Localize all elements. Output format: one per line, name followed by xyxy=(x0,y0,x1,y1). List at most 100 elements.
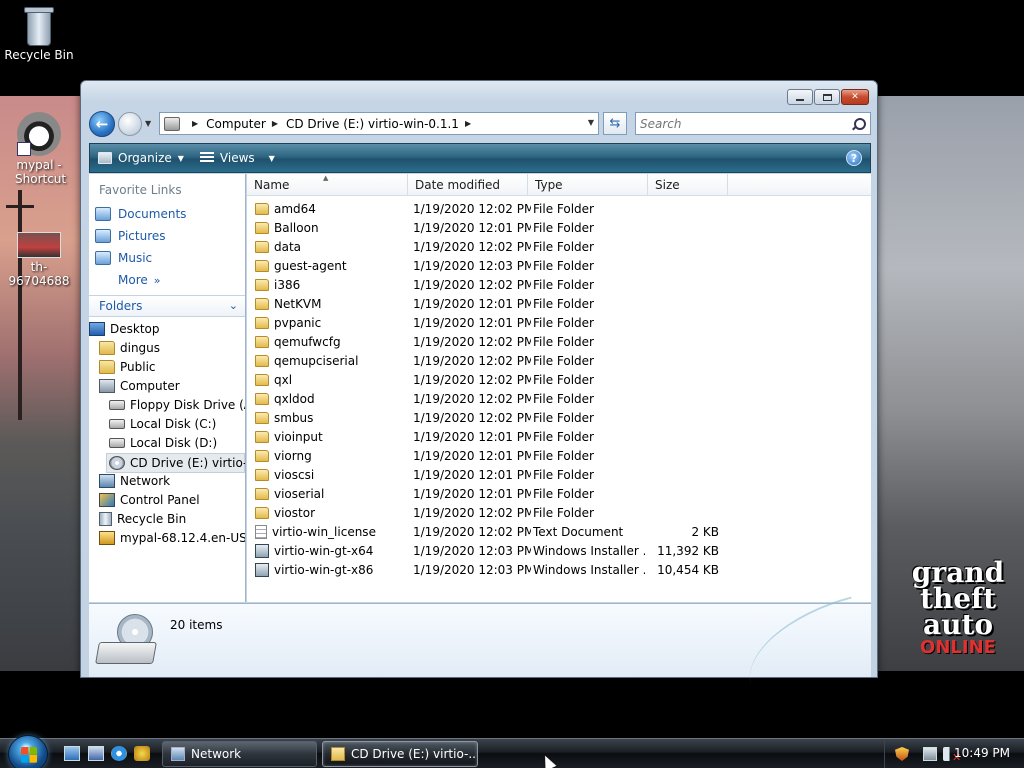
installer-icon xyxy=(255,543,269,558)
close-button[interactable]: ✕ xyxy=(841,89,869,105)
address-dropdown[interactable]: ▼ xyxy=(588,118,594,127)
tree-item-local-disk-d[interactable]: Local Disk (D:) xyxy=(109,436,217,450)
file-row[interactable]: viorng 1/19/2020 12:01 PM File Folder xyxy=(247,446,727,465)
file-date: 1/19/2020 12:03 PM xyxy=(413,543,531,558)
file-date: 1/19/2020 12:02 PM xyxy=(413,201,531,216)
file-size xyxy=(647,275,719,294)
tree-item-computer[interactable]: Computer xyxy=(99,379,180,393)
column-header-name[interactable]: ▲ Name xyxy=(247,174,408,196)
address-row: ← ▼ ▶ Computer ▶ CD Drive (E:) virtio-wi… xyxy=(89,109,871,139)
file-row[interactable]: NetKVM 1/19/2020 12:01 PM File Folder xyxy=(247,294,727,313)
floppy-drive-icon xyxy=(109,400,125,410)
file-row[interactable]: Balloon 1/19/2020 12:01 PM File Folder xyxy=(247,218,727,237)
tree-item-label: Desktop xyxy=(110,322,160,336)
column-header-type[interactable]: Type xyxy=(528,174,648,196)
clock[interactable]: 10:49 PM xyxy=(954,746,1010,760)
favorite-links-more[interactable]: More » xyxy=(118,273,160,287)
breadcrumb-arrow-icon[interactable]: ▶ xyxy=(272,119,278,128)
folders-header[interactable]: Folders ⌄ xyxy=(89,295,245,317)
column-header-date-modified[interactable]: Date modified xyxy=(408,174,528,196)
favorite-link-pictures[interactable]: Pictures xyxy=(95,229,166,243)
tree-item-cd-drive[interactable]: CD Drive (E:) virtio-wi xyxy=(106,453,245,473)
file-row[interactable]: qemupciserial 1/19/2020 12:02 PM File Fold… xyxy=(247,351,727,370)
folder-icon xyxy=(255,411,269,424)
views-button[interactable]: Views ▼ xyxy=(192,144,283,172)
tree-item-floppy-drive[interactable]: Floppy Disk Drive (A:) xyxy=(109,398,245,412)
start-button[interactable] xyxy=(8,735,48,768)
back-button[interactable]: ← xyxy=(89,111,115,137)
search-box xyxy=(635,112,871,135)
file-row[interactable]: amd64 1/19/2020 12:02 PM File Folder xyxy=(247,199,727,218)
file-row[interactable]: i386 1/19/2020 12:02 PM File Folder xyxy=(247,275,727,294)
chevron-down-icon: ⌄ xyxy=(228,299,238,312)
maximize-button[interactable] xyxy=(814,89,840,105)
column-header-size[interactable]: Size xyxy=(648,174,728,196)
security-shield-icon[interactable] xyxy=(895,747,909,761)
tree-item-desktop[interactable]: Desktop xyxy=(89,322,160,336)
file-name-label: amd64 xyxy=(274,201,316,216)
file-date: 1/19/2020 12:02 PM xyxy=(413,334,531,349)
file-row[interactable]: virtio-win_license 1/19/2020 12:02 PM Text… xyxy=(247,522,727,541)
file-date: 1/19/2020 12:02 PM xyxy=(413,277,531,292)
forward-button[interactable] xyxy=(118,112,142,136)
file-row[interactable]: data 1/19/2020 12:02 PM File Folder xyxy=(247,237,727,256)
file-row[interactable]: qemufwcfg 1/19/2020 12:02 PM File Folder xyxy=(247,332,727,351)
desktop-icon-image[interactable]: th-96704688 xyxy=(1,232,77,288)
tree-item-network[interactable]: Network xyxy=(99,474,170,488)
desktop-icon-recycle-bin[interactable]: Recycle Bin xyxy=(1,4,77,62)
file-row[interactable]: vioinput 1/19/2020 12:01 PM File Folder xyxy=(247,427,727,446)
taskbar-button-network[interactable]: Network xyxy=(162,741,317,767)
file-row[interactable]: viostor 1/19/2020 12:02 PM File Folder xyxy=(247,503,727,522)
file-row[interactable]: virtio-win-gt-x86 1/19/2020 12:03 PM Windo… xyxy=(247,560,727,579)
tree-item-mypal-installer[interactable]: mypal-68.12.4.en-US.wi xyxy=(99,531,245,545)
breadcrumb-cd-drive[interactable]: CD Drive (E:) virtio-win-0.1.1 xyxy=(286,117,459,131)
media-player-icon[interactable] xyxy=(134,746,150,761)
file-row[interactable]: vioscsi 1/19/2020 12:01 PM File Folder xyxy=(247,465,727,484)
file-row[interactable]: qxl 1/19/2020 12:02 PM File Folder xyxy=(247,370,727,389)
file-row[interactable]: virtio-win-gt-x64 1/19/2020 12:03 PM Windo… xyxy=(247,541,727,560)
file-row[interactable]: vioserial 1/19/2020 12:01 PM File Folder xyxy=(247,484,727,503)
help-button[interactable]: ? xyxy=(846,150,862,166)
file-row[interactable]: qxldod 1/19/2020 12:02 PM File Folder xyxy=(247,389,727,408)
internet-explorer-icon[interactable] xyxy=(111,746,127,761)
back-arrow-icon: ← xyxy=(95,115,109,133)
file-size xyxy=(647,199,719,218)
file-row[interactable]: smbus 1/19/2020 12:02 PM File Folder xyxy=(247,408,727,427)
favorite-link-music[interactable]: Music xyxy=(95,251,152,265)
minimize-icon xyxy=(796,98,804,101)
desktop-icon-mypal-shortcut[interactable]: mypal - Shortcut xyxy=(1,112,77,186)
file-size: 11,392 KB xyxy=(657,543,719,558)
switch-windows-icon[interactable] xyxy=(88,746,104,761)
search-input[interactable] xyxy=(636,113,846,134)
recent-pages-dropdown[interactable]: ▼ xyxy=(145,119,151,128)
tree-item-recycle-bin[interactable]: Recycle Bin xyxy=(99,512,186,526)
cd-drive-icon xyxy=(331,747,345,761)
refresh-button[interactable]: ⇆ xyxy=(603,112,627,135)
file-type: File Folder xyxy=(533,372,594,387)
folder-icon xyxy=(255,449,269,462)
search-icon[interactable] xyxy=(852,117,866,130)
breadcrumb-computer[interactable]: Computer xyxy=(206,117,266,131)
network-status-icon[interactable] xyxy=(923,747,937,761)
minimize-button[interactable] xyxy=(787,89,813,105)
file-row[interactable]: guest-agent 1/19/2020 12:03 PM File Folder xyxy=(247,256,727,275)
taskbar-button-cd-drive[interactable]: CD Drive (E:) virtio-... xyxy=(322,741,478,767)
favorite-link-documents[interactable]: Documents xyxy=(95,207,186,221)
file-date: 1/19/2020 12:02 PM xyxy=(413,524,531,539)
file-row[interactable]: pvpanic 1/19/2020 12:01 PM File Folder xyxy=(247,313,727,332)
breadcrumb-arrow-icon[interactable]: ▶ xyxy=(465,119,471,128)
file-date: 1/19/2020 12:02 PM xyxy=(413,391,531,406)
organize-button[interactable]: Organize ▼ xyxy=(90,144,192,172)
breadcrumb-arrow-icon[interactable]: ▶ xyxy=(192,119,198,128)
file-name-label: pvpanic xyxy=(274,315,322,330)
tree-item-public[interactable]: Public xyxy=(99,360,156,374)
tree-item-local-disk-c[interactable]: Local Disk (C:) xyxy=(109,417,216,431)
explorer-window[interactable]: ✕ ← ▼ ▶ Computer ▶ CD Drive (E:) virtio-… xyxy=(80,80,878,686)
tree-item-control-panel[interactable]: Control Panel xyxy=(99,493,200,507)
address-bar[interactable]: ▶ Computer ▶ CD Drive (E:) virtio-win-0.… xyxy=(159,112,599,135)
show-desktop-icon[interactable] xyxy=(64,746,80,761)
desktop-icon-label: Recycle Bin xyxy=(4,48,74,62)
tree-item-dingus[interactable]: dingus xyxy=(99,341,160,355)
favorite-link-label: Music xyxy=(118,251,153,265)
folder-icon xyxy=(255,487,269,500)
